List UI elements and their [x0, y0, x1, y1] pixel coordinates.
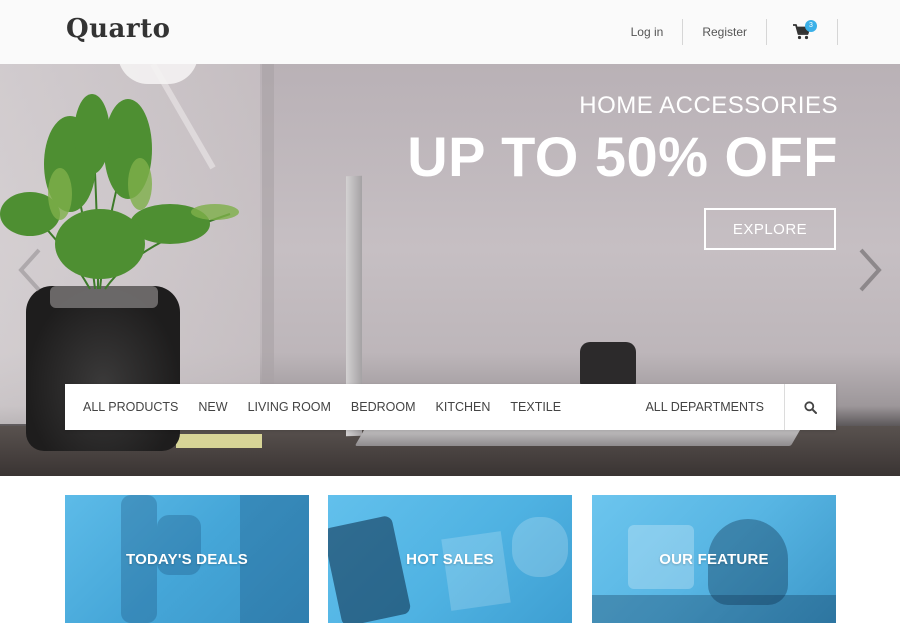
promo-label: OUR FEATURE	[659, 550, 769, 568]
nav-divider	[837, 19, 838, 45]
category-living-room[interactable]: LIVING ROOM	[230, 384, 331, 430]
promo-tile-hot-sales[interactable]: HOT SALES	[328, 495, 572, 623]
register-link[interactable]: Register	[683, 19, 766, 45]
header-nav: Log in Register 3	[612, 18, 838, 46]
explore-button[interactable]: EXPLORE	[704, 208, 836, 250]
hero-background-frame	[262, 64, 274, 424]
category-kitchen[interactable]: KITCHEN	[418, 384, 491, 430]
promo-label: HOT SALES	[406, 550, 494, 568]
site-header: Quarto Log in Register 3	[0, 0, 900, 64]
hero-laptop-base	[354, 428, 802, 446]
category-all-products[interactable]: ALL PRODUCTS	[65, 384, 178, 430]
promo-tile-our-feature[interactable]: OUR FEATURE	[592, 495, 836, 623]
chevron-right-icon	[859, 248, 882, 292]
category-bedroom[interactable]: BEDROOM	[333, 384, 416, 430]
promo-tile-todays-deals[interactable]: TODAY'S DEALS	[65, 495, 309, 623]
search-icon	[804, 400, 817, 414]
search-button[interactable]	[785, 384, 836, 430]
all-departments-dropdown[interactable]: ALL DEPARTMENTS	[625, 384, 784, 430]
carousel-next-button[interactable]	[850, 242, 890, 298]
site-logo[interactable]: Quarto	[66, 14, 170, 44]
cart-button[interactable]: 3	[767, 19, 837, 45]
category-new[interactable]: NEW	[180, 384, 227, 430]
cart-count-badge: 3	[805, 20, 817, 32]
promo-label: TODAY'S DEALS	[125, 550, 249, 568]
hero-sticky-note	[176, 434, 262, 448]
category-textile[interactable]: TEXTILE	[492, 384, 561, 430]
hero-title: UP TO 50% OFF	[407, 125, 838, 188]
hero-subtitle: HOME ACCESSORIES	[579, 92, 838, 119]
carousel-prev-button[interactable]	[10, 242, 50, 298]
category-nav-bar: ALL PRODUCTS NEW LIVING ROOM BEDROOM KIT…	[65, 384, 836, 430]
chevron-left-icon	[18, 248, 41, 292]
login-link[interactable]: Log in	[612, 19, 683, 45]
